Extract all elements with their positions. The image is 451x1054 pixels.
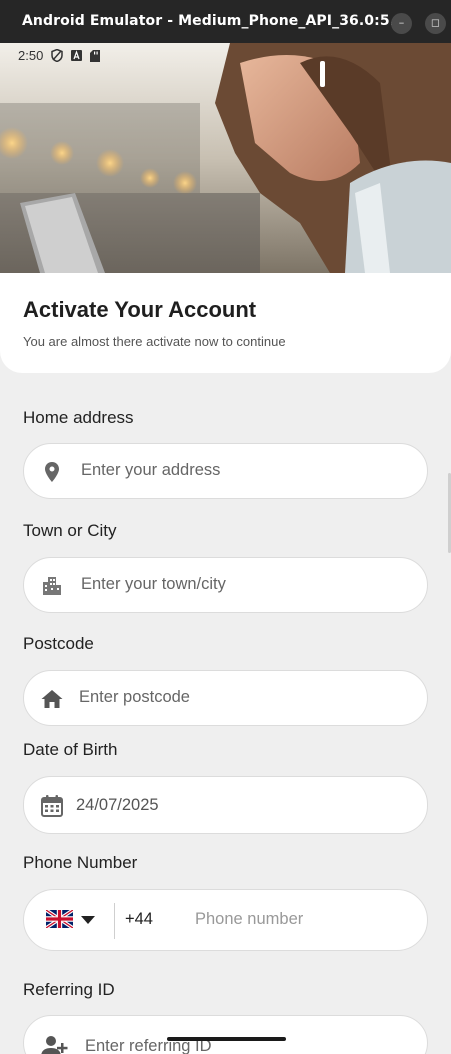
postcode-input[interactable]: Enter postcode xyxy=(23,670,428,726)
location-pin-icon xyxy=(45,462,59,482)
window-title: Android Emulator - Medium_Phone_API_36.0… xyxy=(22,13,406,29)
town-city-label: Town or City xyxy=(23,521,117,540)
font-icon xyxy=(71,50,83,61)
phone-divider xyxy=(114,903,115,939)
date-of-birth-value: 24/07/2025 xyxy=(76,796,159,814)
hero-image: 2:50 xyxy=(0,43,451,273)
country-code: +44 xyxy=(125,910,153,928)
add-person-icon xyxy=(41,1036,68,1054)
gesture-nav-handle[interactable] xyxy=(167,1037,286,1041)
date-of-birth-input[interactable]: 24/07/2025 xyxy=(23,776,428,834)
phone-number-field: +44 Phone number xyxy=(23,889,428,951)
date-of-birth-label: Date of Birth xyxy=(23,740,118,759)
shield-icon xyxy=(51,49,64,62)
city-icon xyxy=(43,577,61,595)
page-subtitle: You are almost there activate now to con… xyxy=(23,334,286,349)
status-bar: 2:50 xyxy=(18,48,101,63)
postcode-placeholder: Enter postcode xyxy=(79,688,190,706)
uk-flag-icon xyxy=(46,910,73,928)
emulator-title-bar: Android Emulator - Medium_Phone_API_36.0… xyxy=(0,0,451,43)
home-address-input[interactable]: Enter your address xyxy=(23,443,428,499)
town-city-input[interactable]: Enter your town/city xyxy=(23,557,428,613)
maximize-button[interactable]: ◻ xyxy=(425,13,446,34)
phone-number-input[interactable]: Phone number xyxy=(195,910,303,929)
referring-id-label: Referring ID xyxy=(23,980,115,999)
home-address-label: Home address xyxy=(23,408,134,427)
header-card: Activate Your Account You are almost the… xyxy=(0,273,451,373)
phone-number-label: Phone Number xyxy=(23,853,138,872)
calendar-icon xyxy=(41,795,63,817)
status-time: 2:50 xyxy=(18,48,44,63)
sd-card-icon xyxy=(90,49,101,62)
town-city-placeholder: Enter your town/city xyxy=(81,575,226,593)
hero-photo xyxy=(0,43,451,273)
chevron-down-icon xyxy=(81,916,95,924)
minimize-button[interactable]: – xyxy=(391,13,412,34)
page-title: Activate Your Account xyxy=(23,297,257,322)
referring-id-input[interactable]: Enter referring ID xyxy=(23,1015,428,1054)
home-address-placeholder: Enter your address xyxy=(81,461,221,479)
phone-screen: 2:50 Activate Your Account You are almos… xyxy=(0,43,451,1054)
postcode-label: Postcode xyxy=(23,634,94,653)
home-icon xyxy=(41,690,63,708)
